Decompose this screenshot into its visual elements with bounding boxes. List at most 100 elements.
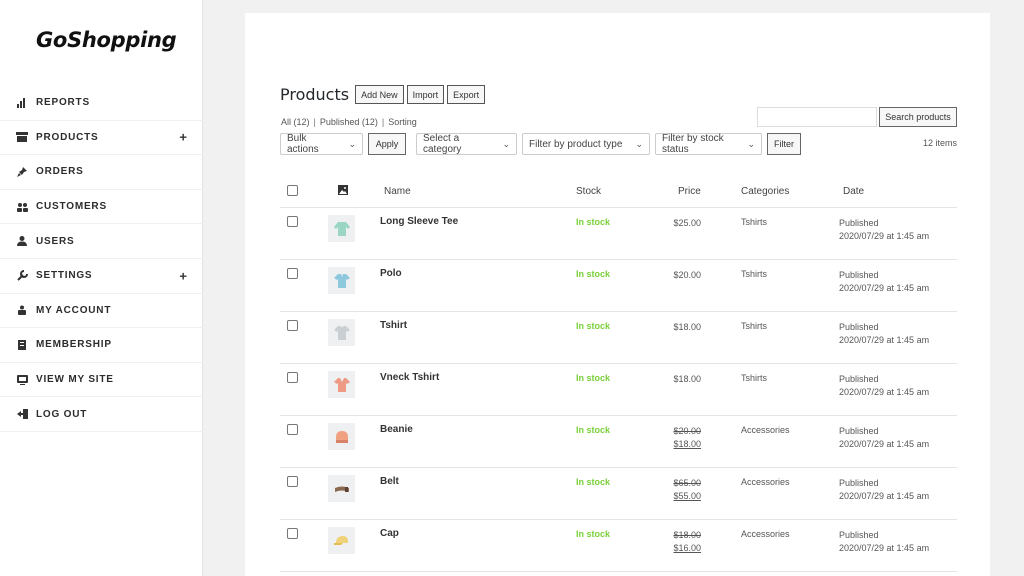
row-checkbox[interactable] [287,320,298,331]
sidebar-item-reports[interactable]: REPORTS [0,86,203,121]
product-category[interactable]: Tshirts [741,321,767,331]
add-new-button[interactable]: Add New [355,85,404,104]
sidebar-item-label: VIEW MY SITE [36,374,114,386]
column-name[interactable]: Name [384,186,411,197]
sidebar-item-label: LOG OUT [36,408,88,420]
product-category[interactable]: Tshirts [741,269,767,279]
vneck-tshirt-icon[interactable] [328,371,355,398]
table-row[interactable]: Cap In stock $18.00 $16.00 Accessories Publis… [280,520,957,572]
stock-status-select[interactable]: Filter by stock status ⌄ [655,133,762,155]
row-checkbox[interactable] [287,424,298,435]
sidebar-item-view-my-site[interactable]: VIEW MY SITE [0,363,203,398]
product-name-link[interactable]: Cap [380,528,399,539]
sidebar-item-membership[interactable]: MEMBERSHIP [0,328,203,363]
stock-status: In stock [576,373,611,383]
sidebar-item-settings[interactable]: SETTINGS + [0,259,203,294]
view-all-link[interactable]: All (12) [281,117,310,127]
publish-date: Published 2020/07/29 at 1:45 am [839,477,929,503]
sidebar-item-my-account[interactable]: MY ACCOUNT [0,294,203,329]
publish-status: Published [839,218,879,228]
product-name-link[interactable]: Polo [380,268,402,279]
polo-shirt-icon[interactable] [328,267,355,294]
column-date[interactable]: Date [843,186,864,197]
regular-price: $18.00 [673,530,701,540]
stock-status: In stock [576,425,611,435]
product-name-link[interactable]: Beanie [380,424,413,435]
account-icon [16,304,28,316]
beanie-icon[interactable] [328,423,355,450]
table-row[interactable]: Belt In stock $65.00 $55.00 Accessories Publi… [280,468,957,520]
row-checkbox[interactable] [287,268,298,279]
sidebar-item-log-out[interactable]: LOG OUT [0,397,203,432]
table-row[interactable]: Polo In stock $20.00 Tshirts Published 2020/0… [280,260,957,312]
column-price[interactable]: Price [678,186,701,197]
export-button[interactable]: Export [447,85,486,104]
chevron-down-icon: ⌄ [747,138,755,149]
sidebar-item-customers[interactable]: CUSTOMERS [0,190,203,225]
row-checkbox[interactable] [287,476,298,487]
import-button[interactable]: Import [406,85,445,104]
regular-price: $20.00 [673,270,701,280]
publish-status: Published [839,478,879,488]
product-category[interactable]: Accessories [741,477,790,487]
user-icon [16,235,28,247]
publish-date: Published 2020/07/29 at 1:45 am [839,321,929,347]
product-price: $20.00 [673,269,701,282]
table-row[interactable]: Tshirt In stock $18.00 Tshirts Published 2020… [280,312,957,364]
tshirt-icon[interactable] [328,319,355,346]
expand-icon[interactable]: + [179,130,187,145]
row-checkbox[interactable] [287,528,298,539]
table-row[interactable]: Vneck Tshirt In stock $18.00 Tshirts Publish… [280,364,957,416]
chevron-down-icon: ⌄ [348,138,356,149]
table-header: Name Stock Price Categories Date [280,177,957,208]
sidebar: GoShopping REPORTS PRODUCTS + ORDERS CUS [0,0,203,576]
stock-status: In stock [576,217,611,227]
product-name-link[interactable]: Belt [380,476,399,487]
table-row[interactable]: Beanie In stock $20.00 $18.00 Accessories Pub… [280,416,957,468]
long-sleeve-tee-icon[interactable] [328,215,355,242]
stock-status: In stock [576,477,611,487]
regular-price: $18.00 [673,374,701,384]
customers-icon [16,201,28,213]
product-category[interactable]: Accessories [741,425,790,435]
filter-button[interactable]: Filter [767,133,801,155]
app-logo[interactable]: GoShopping [36,28,177,52]
sidebar-item-orders[interactable]: ORDERS [0,155,203,190]
belt-icon[interactable] [328,475,355,502]
column-categories: Categories [741,186,790,197]
view-sorting-link[interactable]: Sorting [388,117,417,127]
apply-button[interactable]: Apply [368,133,406,155]
publish-datetime: 2020/07/29 at 1:45 am [839,491,930,501]
category-select[interactable]: Select a category ⌄ [416,133,517,155]
sidebar-item-products[interactable]: PRODUCTS + [0,121,203,156]
row-checkbox[interactable] [287,372,298,383]
product-name-link[interactable]: Tshirt [380,320,407,331]
stock-status: In stock [576,269,611,279]
site-icon [16,374,28,386]
search-input[interactable] [757,107,877,127]
table-row[interactable]: Long Sleeve Tee In stock $25.00 Tshirts Publ… [280,208,957,260]
search-products-button[interactable]: Search products [879,107,957,127]
publish-datetime: 2020/07/29 at 1:45 am [839,335,930,345]
product-type-select[interactable]: Filter by product type ⌄ [522,133,650,155]
sale-price: $16.00 [673,543,701,553]
product-category[interactable]: Accessories [741,529,790,539]
product-price: $18.00 [673,373,701,386]
select-all-checkbox[interactable] [287,185,298,196]
view-published-link[interactable]: Published (12) [320,117,378,127]
expand-icon[interactable]: + [179,268,187,283]
product-category[interactable]: Tshirts [741,373,767,383]
sidebar-item-users[interactable]: USERS [0,224,203,259]
sidebar-item-label: PRODUCTS [36,131,99,143]
product-name-link[interactable]: Long Sleeve Tee [380,216,458,227]
product-name-link[interactable]: Vneck Tshirt [380,372,439,383]
row-checkbox[interactable] [287,216,298,227]
product-category[interactable]: Tshirts [741,217,767,227]
separator: | [313,117,316,127]
bulk-actions-select[interactable]: Bulk actions ⌄ [280,133,363,155]
regular-price: $20.00 [673,426,701,436]
publish-status: Published [839,530,879,540]
sale-price: $55.00 [673,491,701,501]
cap-icon[interactable] [328,527,355,554]
filter-bar: Bulk actions ⌄ Apply Select a category ⌄… [280,133,801,155]
